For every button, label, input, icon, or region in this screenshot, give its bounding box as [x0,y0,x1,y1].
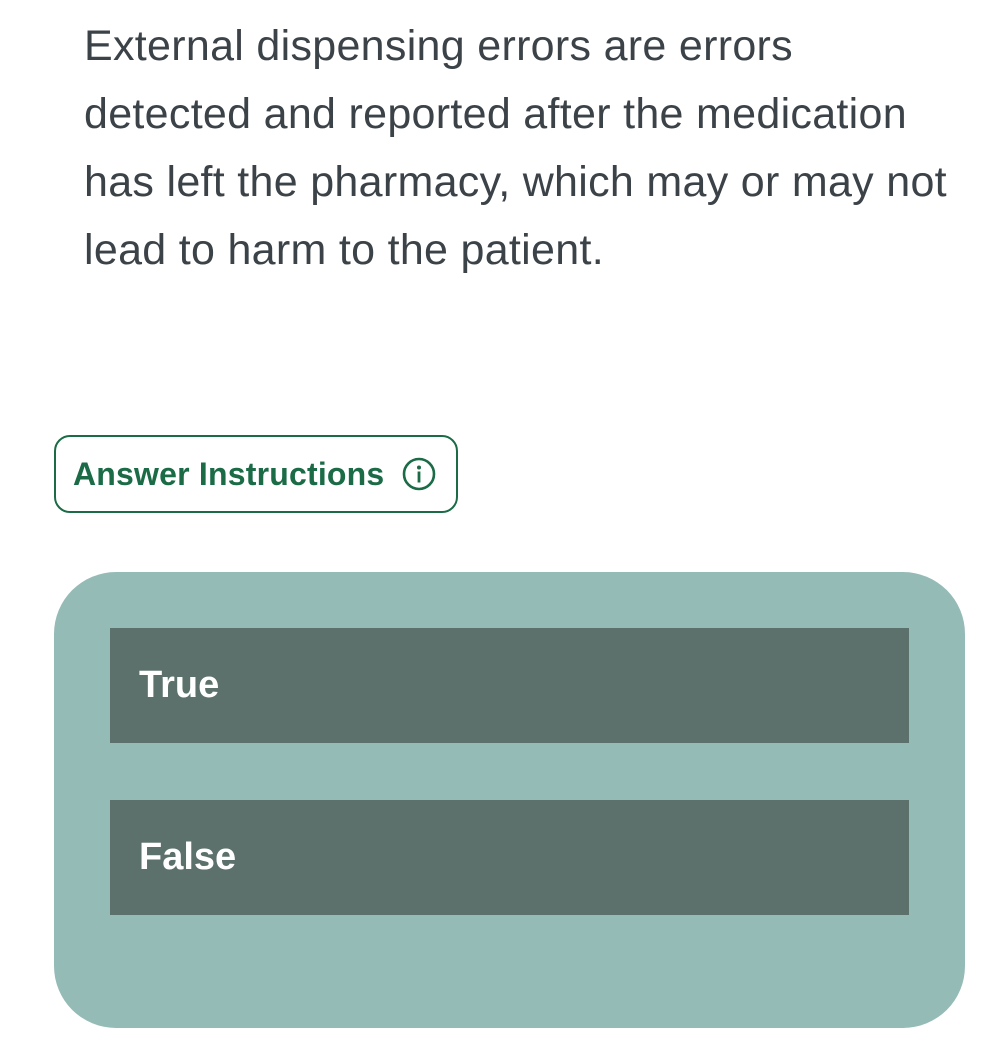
question-text: External dispensing errors are errors de… [84,22,947,274]
option-label: True [139,664,220,706]
answer-instructions-button[interactable]: Answer Instructions [54,435,458,513]
option-false-button[interactable]: False [110,800,909,915]
option-true-button[interactable]: True [110,628,909,743]
option-label: False [139,836,237,878]
answer-options-panel: True False [54,572,965,1028]
info-icon [402,457,436,491]
answer-instructions-label: Answer Instructions [73,455,385,492]
